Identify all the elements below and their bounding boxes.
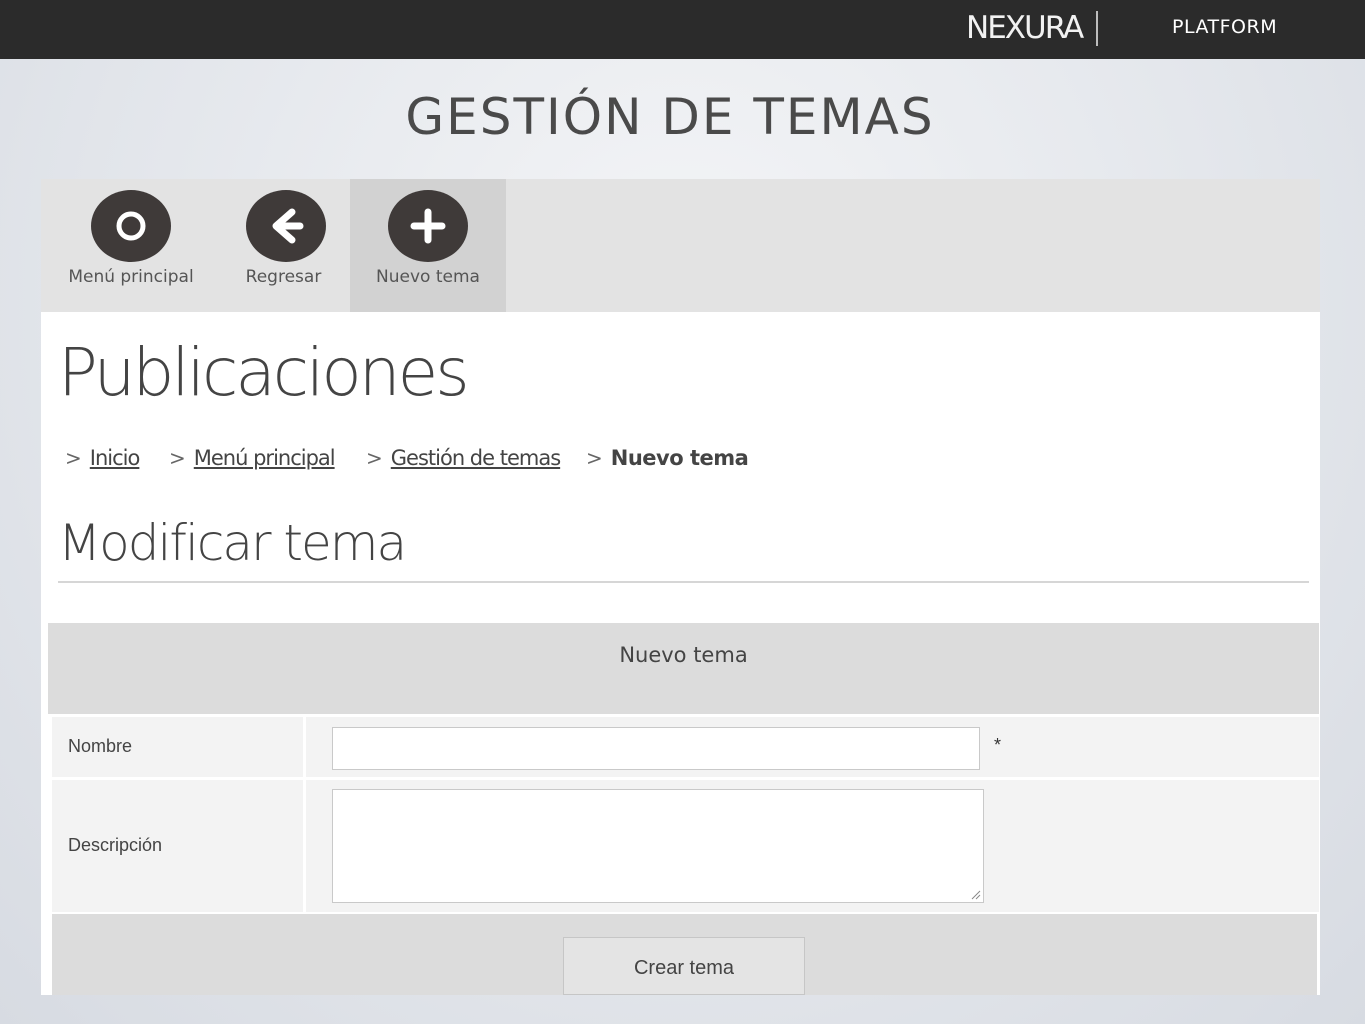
label-cell: Nombre: [52, 717, 306, 777]
breadcrumb-item-inicio[interactable]: > Inicio: [65, 446, 141, 470]
brand-separator: [1096, 11, 1098, 46]
section-title: Modificar tema: [58, 514, 407, 572]
toolbar-menu-principal-button[interactable]: Menú principal: [56, 179, 206, 312]
chevron-right-icon: >: [65, 446, 82, 470]
platform-label: PLATFORM: [1172, 16, 1278, 38]
divider: [58, 581, 1309, 583]
descripcion-label: Descripción: [68, 835, 163, 855]
toolbar-label: Menú principal: [68, 267, 194, 287]
chevron-right-icon: >: [586, 446, 603, 470]
resize-handle-icon[interactable]: [971, 890, 981, 900]
nombre-label: Nombre: [68, 736, 133, 756]
breadcrumb-link[interactable]: Menú principal: [194, 446, 336, 470]
slide-title: GESTIÓN DE TEMAS: [405, 88, 935, 146]
toolbar: Menú principal Regresar Nuevo tema: [41, 179, 1320, 312]
toolbar-label: Regresar: [245, 267, 322, 287]
form-footer: Crear tema: [52, 914, 1317, 995]
required-mark: *: [994, 735, 1002, 755]
toolbar-regresar-button[interactable]: Regresar: [216, 179, 351, 312]
nexura-logo: NEXURA: [966, 10, 1084, 46]
toolbar-label: Nuevo tema: [376, 267, 480, 287]
arrow-left-icon: [246, 190, 326, 262]
circle-ring-icon: [91, 190, 171, 262]
nombre-input[interactable]: [332, 727, 980, 770]
chevron-right-icon: >: [169, 446, 186, 470]
breadcrumb-item-gestion-de-temas[interactable]: > Gestión de temas: [366, 446, 561, 470]
breadcrumb-item-nuevo-tema: > Nuevo tema: [586, 446, 749, 470]
page-heading: Publicaciones: [58, 334, 470, 411]
breadcrumb-item-menu-principal[interactable]: > Menú principal: [169, 446, 336, 470]
form-header: Nuevo tema: [48, 623, 1319, 714]
toolbar-nuevo-tema-button[interactable]: Nuevo tema: [350, 179, 506, 312]
plus-icon: [388, 190, 468, 262]
label-cell: Descripción: [52, 780, 306, 912]
chevron-right-icon: >: [366, 446, 383, 470]
crear-tema-button[interactable]: Crear tema: [563, 937, 805, 995]
descripcion-textarea[interactable]: [332, 789, 984, 903]
breadcrumb-current: Nuevo tema: [610, 446, 749, 470]
form-header-title: Nuevo tema: [619, 643, 748, 667]
form-row-descripcion: Descripción: [52, 780, 1319, 912]
breadcrumb-link[interactable]: Gestión de temas: [391, 446, 561, 470]
app-screenshot-frame: Menú principal Regresar Nuevo tema Publi…: [41, 179, 1320, 995]
breadcrumb-link[interactable]: Inicio: [90, 446, 141, 470]
top-bar: NEXURA PLATFORM: [0, 0, 1365, 59]
form-row-nombre: Nombre *: [52, 717, 1319, 777]
